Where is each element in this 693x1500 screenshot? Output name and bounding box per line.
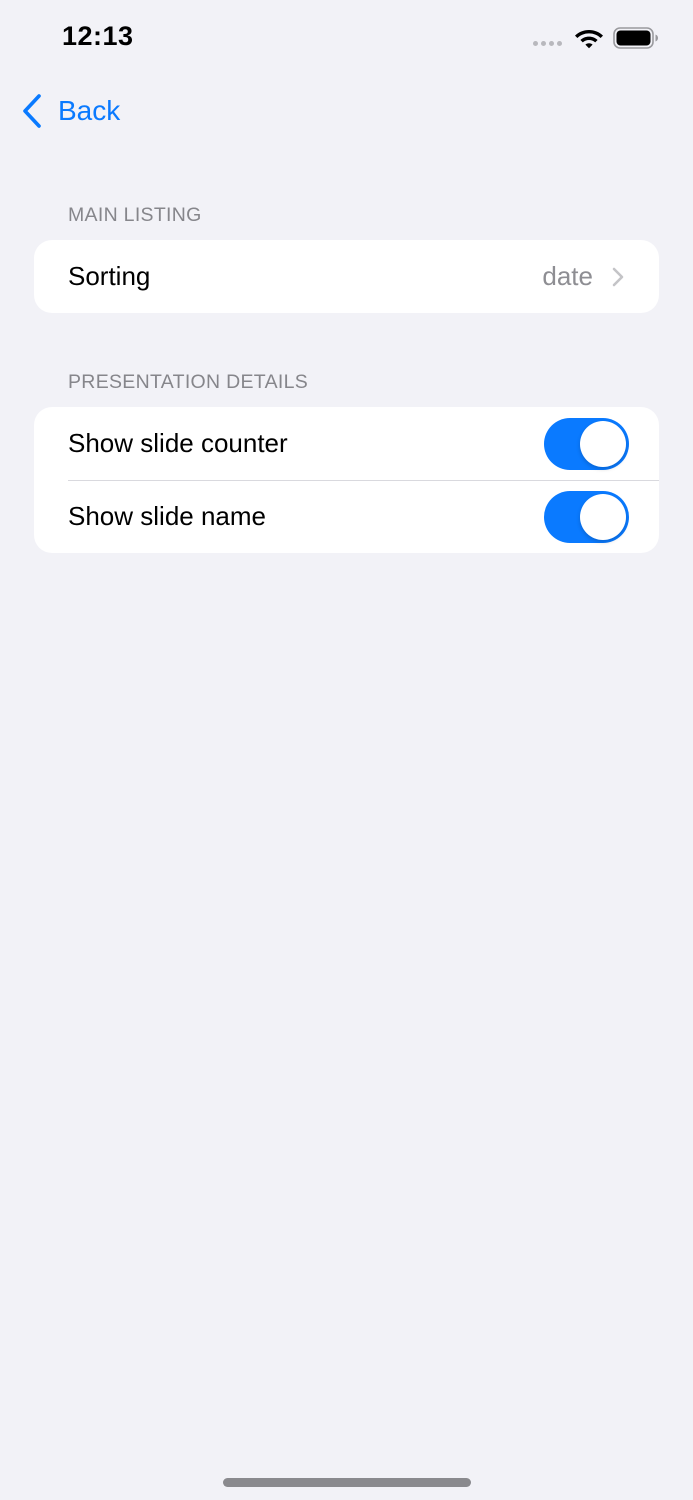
home-indicator[interactable] xyxy=(223,1478,471,1487)
wifi-icon xyxy=(575,30,603,49)
show-slide-name-row: Show slide name xyxy=(34,480,659,553)
section-header-main-listing: MAIN LISTING xyxy=(68,204,202,226)
chevron-left-icon xyxy=(23,94,41,128)
chevron-right-icon xyxy=(612,267,624,286)
sorting-label: Sorting xyxy=(68,261,151,291)
sorting-value: date xyxy=(542,261,593,291)
status-time: 12:13 xyxy=(62,21,134,51)
cellular-dots-icon xyxy=(533,41,562,46)
status-bar: 12:13 xyxy=(0,0,693,80)
main-listing-group: Sorting date xyxy=(34,240,659,313)
toggle-knob xyxy=(580,420,626,467)
section-header-presentation-details: PRESENTATION DETAILS xyxy=(68,371,309,393)
back-label: Back xyxy=(58,95,121,126)
show-slide-name-toggle[interactable] xyxy=(544,490,629,543)
show-slide-name-label: Show slide name xyxy=(68,501,266,531)
sorting-row[interactable]: Sorting date xyxy=(34,240,659,313)
show-slide-counter-row: Show slide counter xyxy=(34,407,659,480)
toggle-knob xyxy=(580,493,626,540)
presentation-details-group: Show slide counter Show slide name xyxy=(34,407,659,553)
back-button[interactable]: Back xyxy=(20,90,120,132)
show-slide-counter-toggle[interactable] xyxy=(544,417,629,470)
battery-icon xyxy=(613,27,658,49)
show-slide-counter-label: Show slide counter xyxy=(68,428,288,458)
